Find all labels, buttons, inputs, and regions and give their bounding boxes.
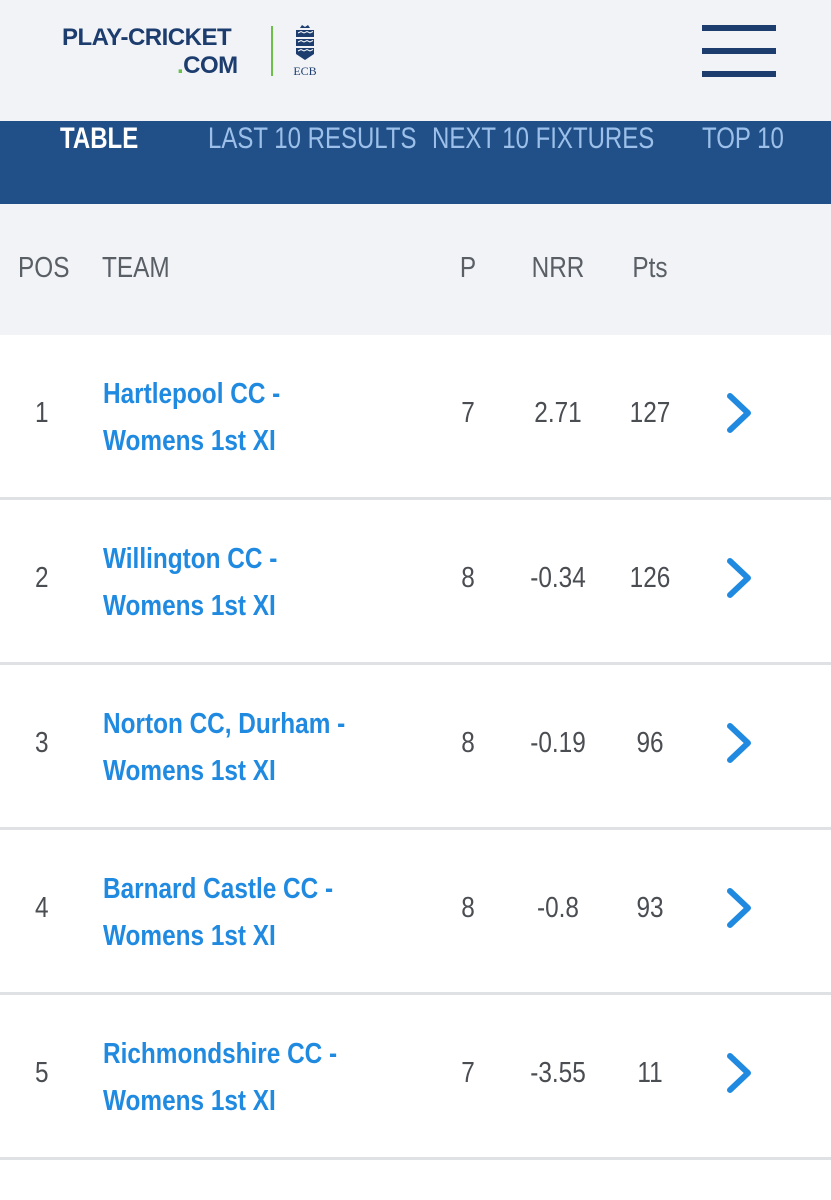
logo-wordmark-com: .COM xyxy=(177,52,238,80)
column-header-team: TEAM xyxy=(102,252,170,284)
tab-bar: TABLE LAST 10 RESULTS NEXT 10 FIXTURES T… xyxy=(0,121,831,204)
chevron-right-icon[interactable] xyxy=(722,556,756,600)
nrr-value: -3.55 xyxy=(530,1057,586,1089)
played-value: 8 xyxy=(461,562,475,594)
nrr-value: 2.71 xyxy=(534,397,582,429)
team-link[interactable]: Norton CC, Durham - Womens 1st XI xyxy=(103,701,345,795)
tab-top-10[interactable]: TOP 10 xyxy=(702,121,784,157)
team-link[interactable]: Willington CC - Womens 1st XI xyxy=(103,536,277,630)
chevron-right-icon[interactable] xyxy=(722,1051,756,1095)
ecb-crest-icon: ECB xyxy=(290,24,320,80)
table-row[interactable]: 2 Willington CC - Womens 1st XI 8 -0.34 1… xyxy=(0,500,831,665)
tab-table[interactable]: TABLE xyxy=(60,121,138,157)
logo-com: COM xyxy=(183,52,238,79)
team-division: Womens 1st XI xyxy=(103,920,276,952)
team-link[interactable]: Barnard Castle CC - Womens 1st XI xyxy=(103,866,333,960)
team-name: Hartlepool CC - xyxy=(103,378,281,410)
table-header: POS TEAM P NRR Pts xyxy=(0,204,831,335)
nrr-value: -0.19 xyxy=(530,727,586,759)
points-value: 93 xyxy=(636,892,664,924)
chevron-right-icon[interactable] xyxy=(722,721,756,765)
column-header-nrr: NRR xyxy=(531,252,585,284)
points-value: 11 xyxy=(637,1057,663,1089)
column-header-pos: POS xyxy=(18,252,70,284)
team-name: Barnard Castle CC - xyxy=(103,873,334,905)
team-division: Womens 1st XI xyxy=(103,590,276,622)
row-position: 3 xyxy=(35,727,49,759)
column-header-p: P xyxy=(459,252,477,284)
points-value: 127 xyxy=(629,397,671,429)
played-value: 7 xyxy=(461,1057,475,1089)
tab-next-10-fixtures[interactable]: NEXT 10 FIXTURES xyxy=(432,121,654,157)
row-position: 4 xyxy=(35,892,49,924)
team-division: Womens 1st XI xyxy=(103,425,276,457)
team-name: Richmondshire CC - xyxy=(103,1038,338,1070)
points-value: 96 xyxy=(636,727,664,759)
played-value: 7 xyxy=(461,397,475,429)
logo-divider xyxy=(271,26,273,76)
chevron-right-icon[interactable] xyxy=(722,886,756,930)
team-division: Womens 1st XI xyxy=(103,1085,276,1117)
row-position: 5 xyxy=(35,1057,49,1089)
nrr-value: -0.8 xyxy=(537,892,579,924)
column-header-pts: Pts xyxy=(632,252,668,284)
played-value: 8 xyxy=(461,892,475,924)
played-value: 8 xyxy=(461,727,475,759)
site-header: PLAY-CRICKET .COM ECB xyxy=(0,0,831,121)
hamburger-menu-icon[interactable] xyxy=(702,25,776,77)
table-row[interactable]: 1 Hartlepool CC - Womens 1st XI 7 2.71 12… xyxy=(0,335,831,500)
team-name: Norton CC, Durham - xyxy=(103,708,346,740)
team-link[interactable]: Hartlepool CC - Womens 1st XI xyxy=(103,371,280,465)
team-link[interactable]: Richmondshire CC - Womens 1st XI xyxy=(103,1031,337,1125)
team-name: Willington CC - xyxy=(103,543,278,575)
row-position: 2 xyxy=(35,562,49,594)
logo-wordmark: PLAY-CRICKET xyxy=(62,24,232,51)
ecb-text: ECB xyxy=(293,64,317,78)
points-value: 126 xyxy=(629,562,671,594)
table-row[interactable]: 5 Richmondshire CC - Womens 1st XI 7 -3.5… xyxy=(0,995,831,1160)
team-division: Womens 1st XI xyxy=(103,755,276,787)
nrr-value: -0.34 xyxy=(530,562,586,594)
table-row[interactable]: 3 Norton CC, Durham - Womens 1st XI 8 -0.… xyxy=(0,665,831,830)
chevron-right-icon[interactable] xyxy=(722,391,756,435)
row-position: 1 xyxy=(35,397,49,429)
table-row[interactable]: 4 Barnard Castle CC - Womens 1st XI 8 -0.… xyxy=(0,830,831,995)
tab-last-10-results[interactable]: LAST 10 RESULTS xyxy=(208,121,417,157)
